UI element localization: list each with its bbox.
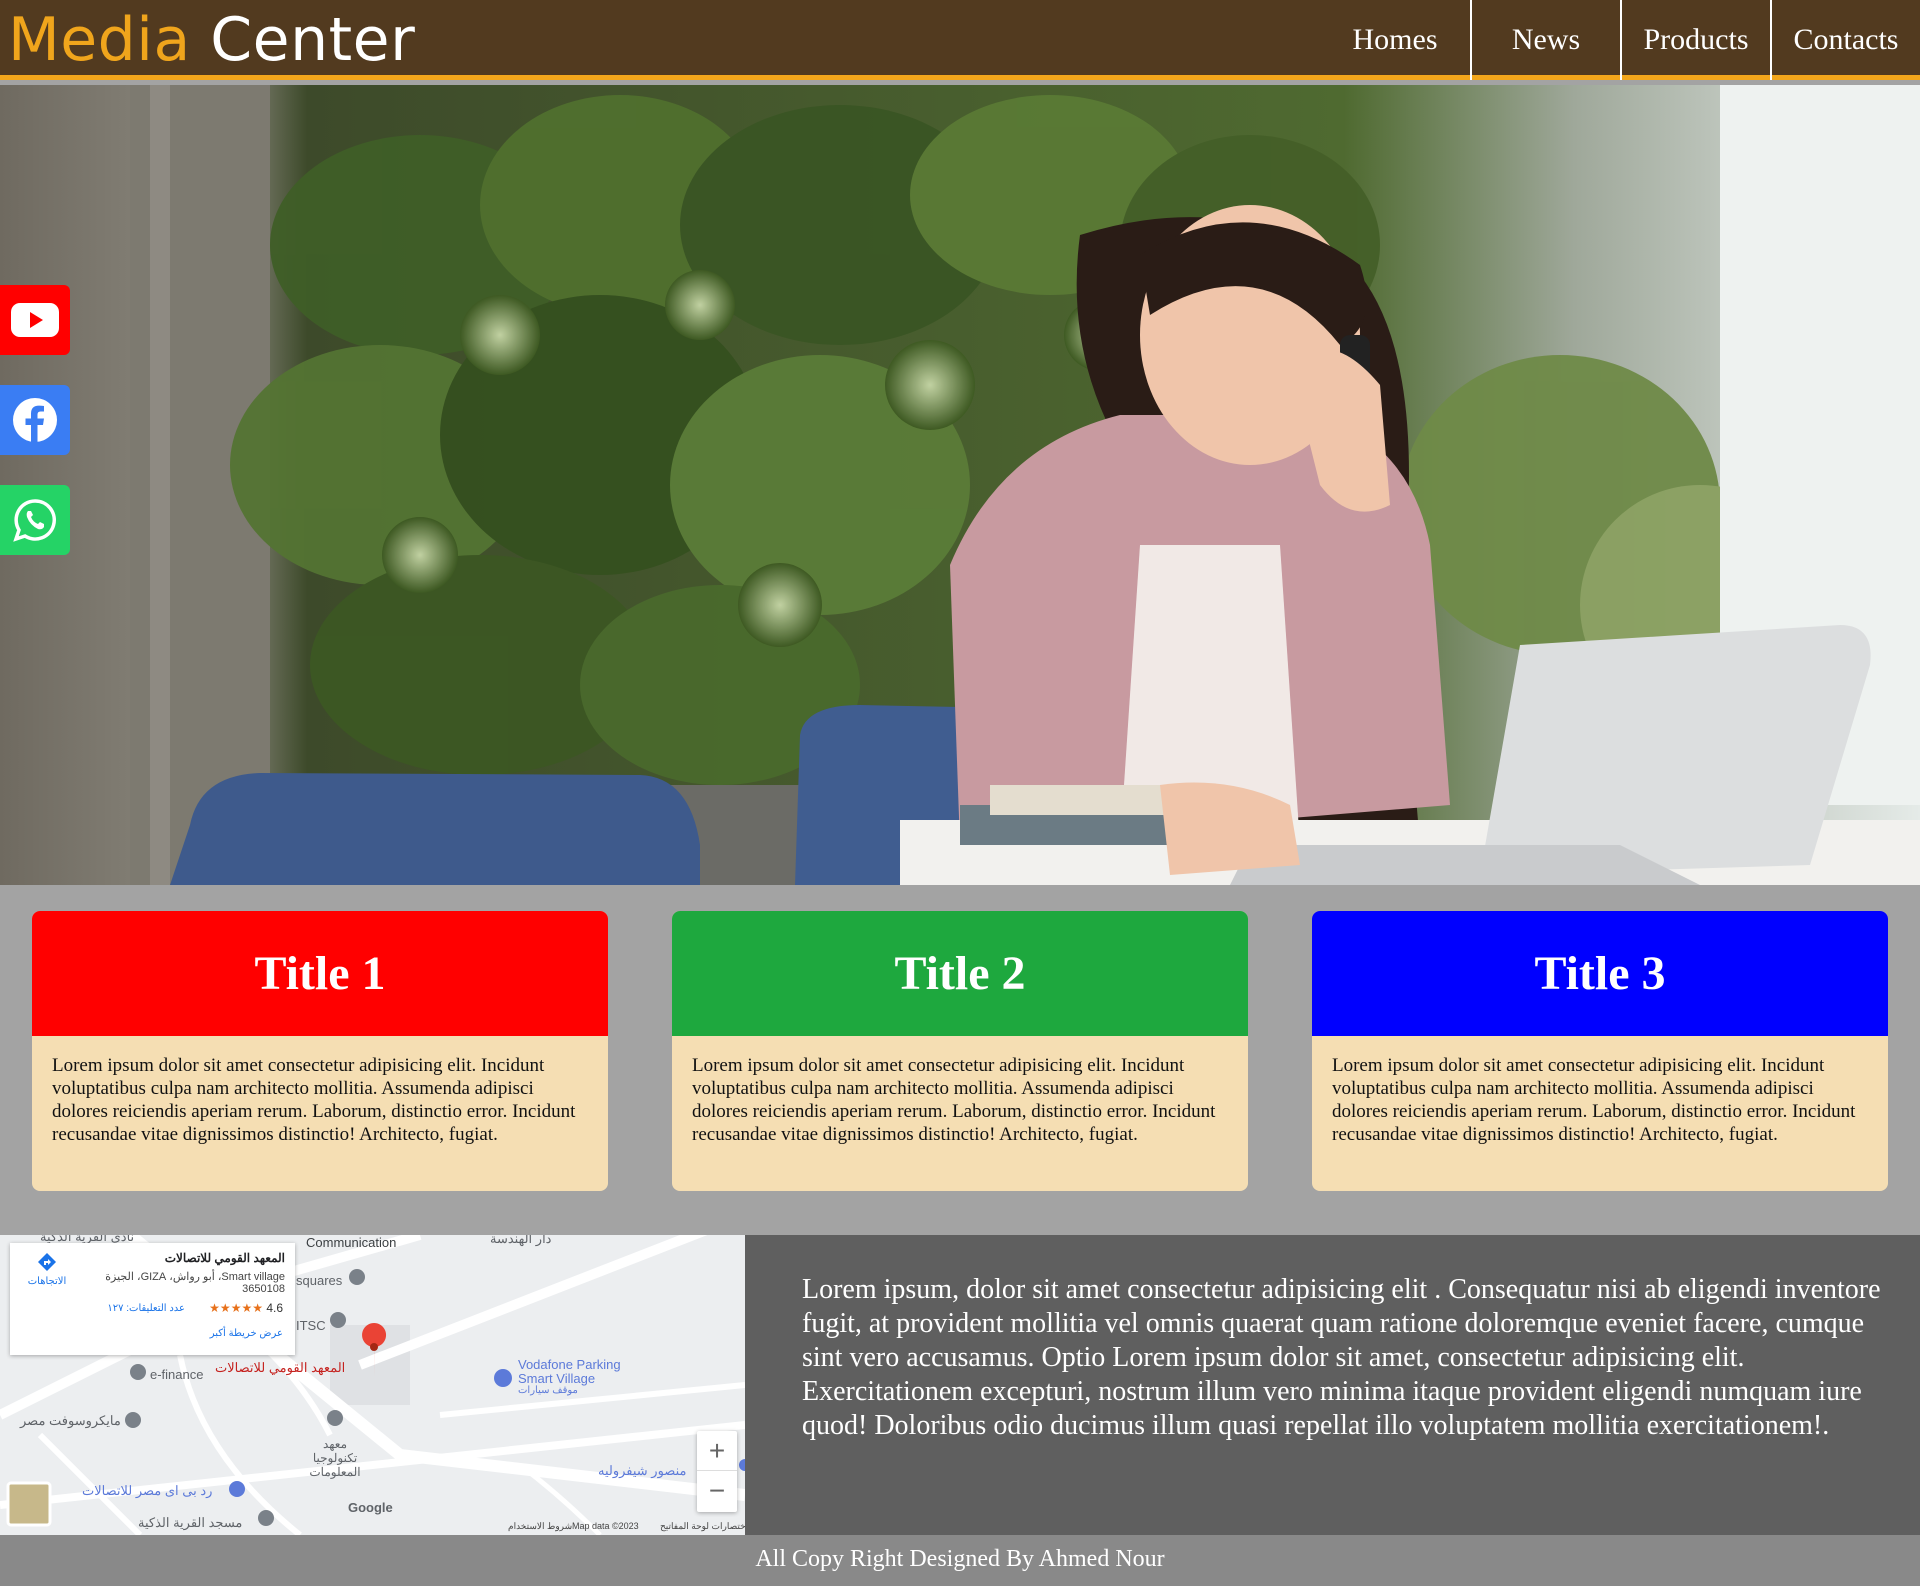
map-label-itsc: ITSC [296, 1318, 326, 1333]
logo-media: Media [8, 5, 191, 75]
youtube-link[interactable] [0, 285, 70, 355]
site-footer: All Copy Right Designed By Ahmed Nour [0, 1535, 1920, 1586]
map-label-vodafone-parking: Vodafone Parking [518, 1357, 621, 1372]
card-3-text: Lorem ipsum dolor sit amet consectetur a… [1332, 1055, 1856, 1145]
map-place-address: Smart village، أبو رواش، GIZA، الجيزة 36… [105, 1271, 285, 1295]
site-logo[interactable]: Media Center [8, 4, 415, 76]
main-nav: Homes News Products Contacts [1320, 0, 1920, 80]
map-place-name: المعهد القومي للاتصالات [164, 1251, 285, 1265]
card-2-text: Lorem ipsum dolor sit amet consectetur a… [692, 1055, 1216, 1145]
card-1-text: Lorem ipsum dolor sit amet consectetur a… [52, 1055, 576, 1145]
map-rating-stars: ★★★★★ [209, 1301, 263, 1315]
map-label-microsoft: مايكروسوفت مصر [20, 1413, 121, 1428]
about-text: Lorem ipsum, dolor sit amet consectetur … [802, 1274, 1881, 1441]
map-label-smart-village: Smart Village [518, 1371, 596, 1386]
map-label-iti: معهد تكنولوجيا المعلومات [309, 1437, 361, 1479]
about-section: Lorem ipsum, dolor sit amet consectetur … [745, 1235, 1920, 1535]
card-1: Title 1 Lorem ipsum dolor sit amet conse… [32, 911, 608, 1191]
card-3: Title 3 Lorem ipsum dolor sit amet conse… [1312, 911, 1888, 1191]
map-rating-value: 4.6 [266, 1301, 283, 1315]
map-label-communication: Communication [306, 1235, 397, 1250]
google-logo: Google [348, 1500, 393, 1515]
hero-image [0, 85, 1920, 885]
embedded-map[interactable]: Communication دار الهندسة نادي القرية ال… [0, 1235, 745, 1535]
map-rating: ★★★★★ 4.6 [209, 1301, 283, 1315]
card-1-title: Title 1 [32, 911, 608, 1036]
map-label-efinance: e-finance [150, 1367, 204, 1382]
map-larger-link[interactable]: عرض خريطة أكبر [210, 1328, 283, 1339]
map-label-engineering: دار الهندسة [490, 1235, 552, 1246]
nav-homes[interactable]: Homes [1320, 0, 1470, 80]
map-directions-label: الاتجاهات [27, 1276, 67, 1287]
hero-photo [0, 85, 1920, 885]
facebook-icon [13, 398, 57, 442]
whatsapp-link[interactable] [0, 485, 70, 555]
map-label-squares: squares [296, 1273, 343, 1288]
card-2-title: Title 2 [672, 911, 1248, 1036]
youtube-icon [11, 303, 59, 337]
map-data-credit: Map data ©2023 [572, 1521, 639, 1531]
site-header: Media Center Homes News Products Contact… [0, 0, 1920, 80]
logo-center: Center [190, 5, 416, 75]
map-label-mansour: منصور شيفروليه [598, 1463, 687, 1478]
nav-contacts[interactable]: Contacts [1770, 0, 1920, 80]
nav-news[interactable]: News [1470, 0, 1620, 80]
nav-products[interactable]: Products [1620, 0, 1770, 80]
footer-copyright: All Copy Right Designed By Ahmed Nour [755, 1546, 1165, 1572]
map-shortcuts-link[interactable]: اختصارات لوحة المفاتيح [660, 1521, 745, 1532]
map-label-mosque: مسجد القرية الذكية [138, 1515, 243, 1530]
whatsapp-icon [13, 499, 56, 542]
card-2: Title 2 Lorem ipsum dolor sit amet conse… [672, 911, 1248, 1191]
cards-section: Title 1 Lorem ipsum dolor sit amet conse… [0, 885, 1920, 1235]
map-directions-button[interactable]: الاتجاهات [22, 1251, 72, 1287]
map-label-redbit: رد بى اى مصر للاتصالات [82, 1483, 213, 1498]
map-terms-link[interactable]: شروط الاستخدام [508, 1521, 572, 1532]
map-label-parking-ar: موقف سيارات [518, 1385, 578, 1396]
card-3-title: Title 3 [1312, 911, 1888, 1036]
map-zoom-control: + − [697, 1431, 737, 1512]
map-label-nti: المعهد القومي للاتصالات [215, 1360, 346, 1375]
map-place-card: المعهد القومي للاتصالات Smart village، أ… [10, 1243, 295, 1355]
facebook-link[interactable] [0, 385, 70, 455]
directions-icon [38, 1253, 56, 1271]
map-reviews-link[interactable]: عدد التعليقات: ١٢٧ [107, 1303, 185, 1314]
zoom-in-button[interactable]: + [697, 1431, 737, 1471]
zoom-out-button[interactable]: − [697, 1471, 737, 1511]
